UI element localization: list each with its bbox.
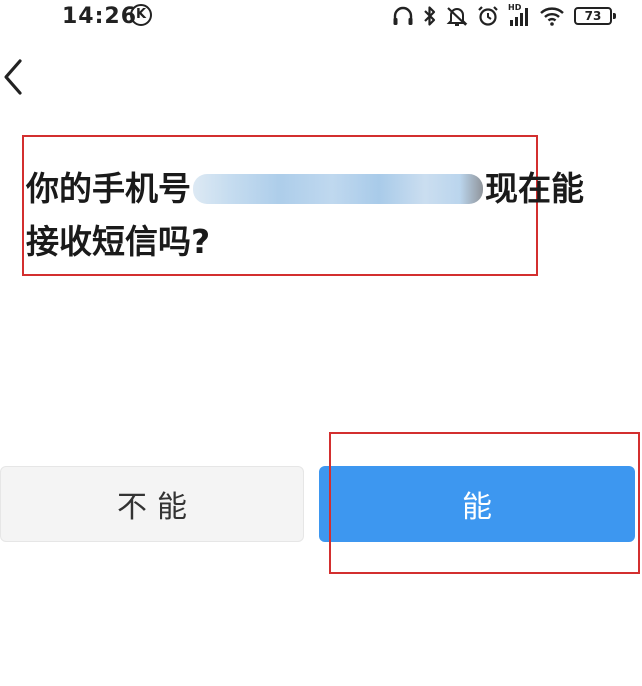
battery-level: 73	[584, 9, 602, 23]
masked-phone-number	[193, 174, 483, 204]
signal-group: HD	[508, 3, 530, 27]
battery-tip	[613, 13, 616, 19]
mute-icon	[446, 7, 468, 26]
no-button-label: 不能	[117, 490, 197, 525]
signal-icon	[510, 8, 528, 26]
status-time: 14:26	[62, 4, 138, 29]
battery-icon: 73	[574, 7, 616, 25]
status-icons: HD 73	[392, 3, 616, 29]
no-button[interactable]: 不能	[0, 466, 304, 542]
status-bar: 14:26 K HD 73	[0, 0, 642, 34]
headphones-icon	[393, 6, 413, 25]
back-button[interactable]	[0, 55, 40, 99]
wifi-icon	[540, 7, 564, 26]
yes-button[interactable]: 能	[319, 466, 635, 542]
question-prefix: 你的手机号	[26, 169, 191, 208]
k-badge-icon: K	[130, 4, 152, 26]
alarm-icon	[478, 6, 498, 26]
bluetooth-icon	[424, 6, 436, 26]
chevron-left-icon	[4, 59, 22, 95]
yes-button-label: 能	[462, 490, 492, 525]
sms-confirm-screen: 14:26 K HD 73 你的手机号 现在能接收短信吗? 不能 能	[0, 0, 642, 686]
question-text: 你的手机号 现在能接收短信吗?	[26, 162, 606, 268]
